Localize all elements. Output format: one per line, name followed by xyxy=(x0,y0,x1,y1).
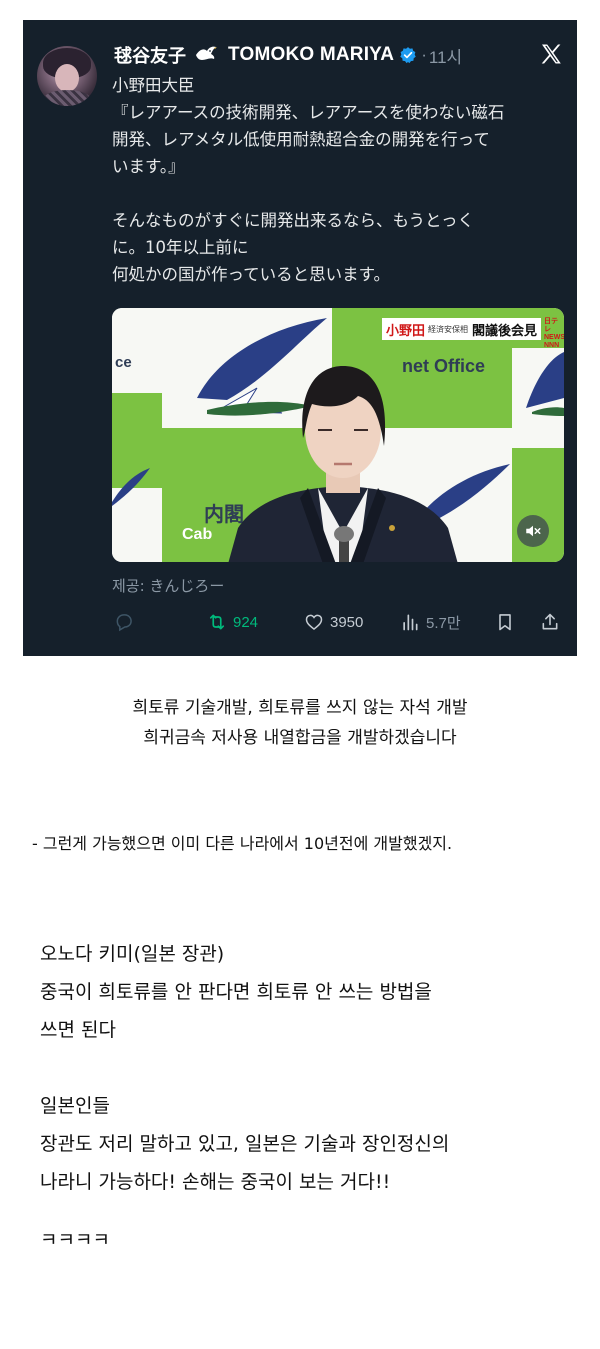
retweet-count: 924 xyxy=(233,613,259,631)
bookmark-icon xyxy=(499,614,511,631)
tweet-header: 毬谷友子 TOMOKO MARIYA · 11시 xyxy=(114,42,462,68)
reply-icon xyxy=(116,614,132,632)
views-count: 5.7만 xyxy=(426,614,461,632)
provided-by: 제공: きんじろー xyxy=(112,577,225,595)
views-button[interactable]: 5.7만 xyxy=(400,610,461,634)
avatar[interactable] xyxy=(37,46,97,106)
tweet-text-line: 何処かの国が作っていると思います。 xyxy=(112,265,391,284)
commentary-line: 쓰면 된다 xyxy=(40,1019,116,1041)
news-ticker: 小野田 経済安保相 閣議後会見 xyxy=(382,318,542,340)
translation-line: 희토류 기술개발, 희토류를 쓰지 않는 자석 개발 xyxy=(132,698,468,718)
tweet-text: 小野田大臣 『レアアースの技術開発、レアアースを使わない磁石 開発、レアメタル低… xyxy=(112,72,567,288)
commentary-paragraph: 오노다 키미(일본 장관) 중국이 희토류를 안 판다면 희토류 안 쓰는 방법… xyxy=(40,935,449,1201)
x-logo-icon xyxy=(541,44,561,64)
tweet-card: 毬谷友子 TOMOKO MARIYA · 11시 小野田大臣 『レアアースの技術… xyxy=(23,20,577,656)
commentary-line: 중국이 희토류를 안 판다면 희토류 안 쓰는 방법을 xyxy=(40,981,432,1003)
speaker-muted-icon xyxy=(526,525,541,537)
tweet-text-line: 『レアアースの技術開発、レアアースを使わない磁石 xyxy=(112,103,505,122)
speaker-person xyxy=(228,366,458,562)
dove-icon xyxy=(196,46,217,60)
author-display-name[interactable]: TOMOKO MARIYA xyxy=(228,44,394,66)
reply-button[interactable] xyxy=(114,610,134,634)
verified-icon xyxy=(400,47,416,64)
mute-button[interactable] xyxy=(517,515,549,547)
backdrop-tile xyxy=(112,308,162,393)
avatar-face xyxy=(55,64,79,92)
translation-line: 희귀금속 저사용 내열합금을 개발하겠습니다 xyxy=(143,728,457,748)
commentary-line: 나라니 가능하다! 손해는 중국이 보는 거다!! xyxy=(40,1171,391,1193)
backdrop-text: ce xyxy=(115,354,132,371)
ticker-role: 経済安保相 xyxy=(428,324,469,334)
views-icon xyxy=(403,614,418,631)
commentary-line: 일본인들 xyxy=(40,1095,110,1117)
retweet-icon xyxy=(209,614,225,630)
tweet-time[interactable]: 11시 xyxy=(429,43,462,68)
share-button[interactable] xyxy=(540,610,560,634)
separator-dot: · xyxy=(421,45,427,64)
tweet-text-line: に。10年以上前に xyxy=(112,238,249,257)
laugh-text: ㅋㅋㅋㅋ xyxy=(40,1229,110,1251)
like-count: 3950 xyxy=(330,613,364,631)
heart-icon xyxy=(305,614,323,631)
author-jp-name[interactable]: 毬谷友子 xyxy=(114,42,186,68)
ticker-event: 閣議後会見 xyxy=(472,323,538,339)
cabinet-logo-icon xyxy=(526,352,564,416)
tweet-text-line: そんなものがすぐに開発出来るなら、もうとっく xyxy=(112,211,475,230)
bookmark-button[interactable] xyxy=(495,610,515,634)
ticker-name: 小野田 xyxy=(386,323,426,339)
commentary-line: 장관도 저리 말하고 있고, 일본은 기술과 장인정신의 xyxy=(40,1133,450,1155)
cabinet-logo-icon xyxy=(112,468,150,506)
reply-comment: - 그런게 가능했으면 이미 다른 나라에서 10년전에 개발했겠지. xyxy=(32,834,453,853)
tweet-text-line: 小野田大臣 xyxy=(112,76,195,95)
tweet-text-line: 開発、レアメタル低使用耐熱超合金の開発を行って xyxy=(112,130,490,149)
like-button[interactable]: 3950 xyxy=(304,610,363,634)
avatar-shirt xyxy=(43,90,91,106)
commentary-line: 오노다 키미(일본 장관) xyxy=(40,943,225,965)
translation-caption: 희토류 기술개발, 희토류를 쓰지 않는 자석 개발 희귀금속 저사용 내열합금… xyxy=(0,693,600,753)
ntv-logo: 日テレ NEWS NNN xyxy=(544,318,564,349)
tweet-actions: 924 3950 5.7만 xyxy=(112,610,564,634)
retweet-button[interactable]: 924 xyxy=(207,610,258,634)
tweet-text-line: います。』 xyxy=(112,157,185,176)
video-player[interactable]: net Office ce 内閣 Cab 小野田 経済安保相 閣議後会見 日テレ… xyxy=(112,308,564,562)
share-icon xyxy=(542,613,558,630)
